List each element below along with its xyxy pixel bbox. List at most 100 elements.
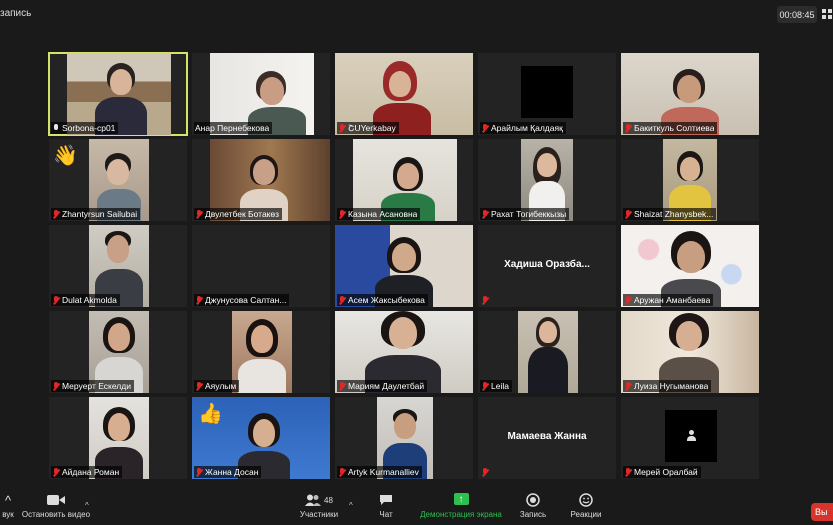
participant-name-bar: Zhantyrsun Sailubai <box>51 208 141 220</box>
share-screen-icon: ↑ <box>453 493 469 505</box>
participant-name-bar: Sorbona-cp01 <box>51 122 119 134</box>
mic-icon <box>52 123 60 133</box>
mic-muted-icon <box>52 381 60 391</box>
chat-button[interactable]: Чат <box>374 490 398 525</box>
participant-name: Анар Пернебекова <box>195 123 270 133</box>
participant-tile[interactable]: Artyk Kurmanalliev <box>335 397 473 479</box>
participant-name: Меруерт Ескелди <box>62 381 131 391</box>
wave-reaction-icon: 👋 <box>53 145 78 167</box>
participant-name: Казына Асанoвна <box>348 209 418 219</box>
participant-name-bar: Арайлым Қалдаяқ <box>480 122 566 134</box>
record-label: Запись <box>519 510 547 519</box>
record-button[interactable]: Запись <box>518 490 548 525</box>
mic-muted-icon <box>52 467 60 477</box>
participant-name-bar: Айдана Роман <box>51 466 123 478</box>
reactions-button[interactable]: Реакции <box>568 490 604 525</box>
video-options-chevron-icon[interactable]: ^ <box>85 501 89 510</box>
participant-tile[interactable]: Бакиткуль Солтиева <box>621 53 759 135</box>
participant-name-bar <box>480 294 492 306</box>
recording-label: запись <box>0 8 32 19</box>
avatar <box>665 410 717 462</box>
participant-tile[interactable]: Аяулым <box>192 311 330 393</box>
participant-tile[interactable]: 👋 Zhantyrsun Sailubai <box>49 139 187 221</box>
participant-tile[interactable]: Двулетбек Ботакөз <box>192 139 330 221</box>
top-bar: запись 00:08:45 <box>0 0 833 30</box>
mic-button[interactable]: ^ вук <box>0 490 20 525</box>
mic-muted-icon <box>481 467 489 477</box>
participant-tile[interactable]: Dulat Akmolda <box>49 225 187 307</box>
participant-display-name: Мамаева Жанна <box>507 431 587 442</box>
stop-video-button[interactable]: Остановить видео <box>20 490 92 525</box>
participant-name-bar: Луиза Нугыманова <box>623 380 712 392</box>
participant-name-bar: Меруерт Ескелди <box>51 380 134 392</box>
participant-tile[interactable]: 👍 Жанна Досан <box>192 397 330 479</box>
mic-muted-icon <box>624 209 632 219</box>
mic-button-label: вук <box>2 510 14 519</box>
participant-name-bar: Мариям Даулетбай <box>337 380 428 392</box>
participant-name: Аружан Аманбаева <box>634 295 711 305</box>
meeting-timer: 00:08:45 <box>777 6 817 23</box>
end-meeting-button[interactable]: Вы <box>811 503 833 521</box>
participant-name: Аяулым <box>205 381 237 391</box>
participant-tile[interactable]: Рахат Тогибеккызы <box>478 139 616 221</box>
mic-muted-icon <box>52 209 60 219</box>
participant-name-bar: Казына Асанoвна <box>337 208 421 220</box>
participant-tile[interactable]: Мамаева Жанна <box>478 397 616 479</box>
participant-tile[interactable]: Мариям Даулетбай <box>335 311 473 393</box>
participant-name-bar: Dulat Akmolda <box>51 294 120 306</box>
participant-tile[interactable]: ՇՍYerkabay <box>335 53 473 135</box>
share-screen-button[interactable]: ↑ Демонстрация экрана <box>418 490 504 525</box>
participant-name: Sorbona-cp01 <box>62 123 116 133</box>
participant-name: Zhantyrsun Sailubai <box>62 209 138 219</box>
participant-name-bar: Shaizat Zhanysbek... <box>623 208 717 220</box>
thumbs-up-reaction-icon: 👍 <box>198 403 223 425</box>
mic-muted-icon <box>624 467 632 477</box>
participant-name-bar: Двулетбек Ботакөз <box>194 208 283 220</box>
participant-name: Leila <box>491 381 509 391</box>
participant-name-bar: Artyk Kurmanalliev <box>337 466 422 478</box>
participant-name: Джунусова Салтан... <box>205 295 287 305</box>
participant-tile[interactable]: Shaizat Zhanysbek... <box>621 139 759 221</box>
participant-tile[interactable]: Хадиша Оразба... <box>478 225 616 307</box>
meeting-toolbar: ^ вук Остановить видео ^ 48 Участники ^ … <box>0 490 833 525</box>
gallery-view-icon[interactable] <box>822 9 833 20</box>
participant-tile[interactable]: Sorbona-cp01 <box>48 52 188 136</box>
mic-muted-icon <box>338 295 346 305</box>
participant-name-bar <box>480 466 492 478</box>
participant-tile[interactable]: Казына Асанoвна <box>335 139 473 221</box>
mic-muted-icon <box>624 381 632 391</box>
participant-tile[interactable]: Меруерт Ескелди <box>49 311 187 393</box>
participant-tile[interactable]: Мерей Оралбай <box>621 397 759 479</box>
participant-name: Жанна Досан <box>205 467 259 477</box>
participant-tile[interactable]: Асем Жаксыбекова <box>335 225 473 307</box>
participant-name-bar: Анар Пернебекова <box>194 122 273 134</box>
share-screen-label: Демонстрация экрана <box>420 510 502 519</box>
participants-button[interactable]: 48 Участники <box>294 490 344 525</box>
participant-tile[interactable]: Leila <box>478 311 616 393</box>
participant-name: Мариям Даулетбай <box>348 381 425 391</box>
reactions-smiley-icon <box>579 490 593 510</box>
participant-name: Двулетбек Ботакөз <box>205 209 280 219</box>
mic-muted-icon <box>624 295 632 305</box>
mic-muted-icon <box>338 123 346 133</box>
participant-tile[interactable]: Луиза Нугыманова <box>621 311 759 393</box>
participant-tile[interactable]: Айдана Роман <box>49 397 187 479</box>
mic-muted-icon <box>338 381 346 391</box>
mic-muted-icon <box>195 381 203 391</box>
participant-tile[interactable]: Анар Пернебекова <box>192 53 330 135</box>
participants-options-chevron-icon[interactable]: ^ <box>349 501 353 510</box>
participant-tile[interactable]: Джунусова Салтан... <box>192 225 330 307</box>
participant-display-name: Хадиша Оразба... <box>504 259 590 270</box>
participant-tile[interactable]: Арайлым Қалдаяқ <box>478 53 616 135</box>
participant-name: Бакиткуль Солтиева <box>634 123 715 133</box>
participant-name: Арайлым Қалдаяқ <box>491 123 563 133</box>
mic-muted-icon <box>481 295 489 305</box>
participant-name: Асем Жаксыбекова <box>348 295 425 305</box>
mic-muted-icon <box>195 209 203 219</box>
mic-muted-icon <box>52 295 60 305</box>
participant-name-bar: Leila <box>480 380 512 392</box>
record-icon <box>526 490 540 510</box>
participant-tile[interactable]: Аружан Аманбаева <box>621 225 759 307</box>
participant-name-bar: Жанна Досан <box>194 466 262 478</box>
mic-muted-icon <box>481 209 489 219</box>
